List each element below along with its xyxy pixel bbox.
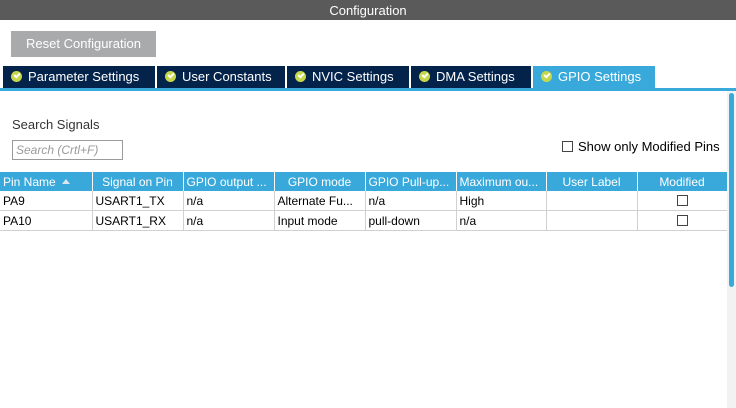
tab-label: NVIC Settings [312, 69, 394, 84]
cell-gpio-mode: Alternate Fu... [274, 191, 366, 211]
tab-parameter-settings[interactable]: Parameter Settings [3, 66, 155, 88]
search-signals-label: Search Signals [12, 117, 100, 132]
column-header-gpio-output[interactable]: GPIO output ... [183, 172, 275, 191]
tab-label: GPIO Settings [558, 69, 642, 84]
vertical-scrollbar[interactable] [727, 91, 736, 408]
cell-maximum-output: n/a [456, 210, 547, 231]
cell-pin-name: PA10 [0, 210, 93, 231]
tab-dma-settings[interactable]: DMA Settings [411, 66, 531, 88]
cell-modified [637, 191, 728, 211]
cell-gpio-output: n/a [183, 210, 275, 231]
cell-gpio-pull: pull-down [365, 210, 457, 231]
column-header-user-label[interactable]: User Label [546, 172, 638, 191]
column-header-maximum-output[interactable]: Maximum ou... [456, 172, 547, 191]
window-title: Configuration [0, 0, 736, 20]
checkbox-icon[interactable] [676, 214, 688, 226]
scrollbar-thumb[interactable] [729, 93, 734, 287]
column-header-gpio-mode[interactable]: GPIO mode [274, 172, 366, 191]
tab-label: User Constants [182, 69, 272, 84]
sort-ascending-icon [61, 178, 70, 184]
cell-maximum-output: High [456, 191, 547, 211]
tab-label: Parameter Settings [28, 69, 140, 84]
tab-label: DMA Settings [436, 69, 515, 84]
show-modified-pins-toggle[interactable]: Show only Modified Pins [562, 139, 720, 155]
cell-modified [637, 210, 728, 231]
cell-pin-name: PA9 [0, 191, 93, 211]
check-circle-icon [419, 71, 430, 82]
cell-gpio-mode: Input mode [274, 210, 366, 231]
cell-signal: USART1_RX [92, 210, 184, 231]
cell-signal: USART1_TX [92, 191, 184, 211]
table-row[interactable]: PA10 USART1_RX n/a Input mode pull-down … [0, 210, 728, 231]
checkbox-icon[interactable] [676, 194, 688, 206]
table-row[interactable]: PA9 USART1_TX n/a Alternate Fu... n/a Hi… [0, 191, 728, 211]
check-circle-icon [541, 71, 552, 82]
reset-configuration-button[interactable]: Reset Configuration [11, 31, 156, 57]
gpio-pin-table: Pin Name Signal on Pin GPIO output ... G… [0, 172, 728, 231]
settings-tabs: Parameter Settings User Constants NVIC S… [0, 66, 736, 88]
check-circle-icon [295, 71, 306, 82]
cell-gpio-pull: n/a [365, 191, 457, 211]
checkbox-icon[interactable] [562, 141, 573, 152]
check-circle-icon [165, 71, 176, 82]
tab-user-constants[interactable]: User Constants [157, 66, 285, 88]
show-modified-label: Show only Modified Pins [578, 139, 720, 154]
check-circle-icon [11, 71, 22, 82]
gpio-settings-panel: Search Signals Show only Modified Pins P… [0, 88, 736, 408]
column-header-signal-on-pin[interactable]: Signal on Pin [92, 172, 184, 191]
cell-user-label[interactable] [546, 210, 638, 231]
column-header-modified[interactable]: Modified [637, 172, 728, 191]
table-header-row: Pin Name Signal on Pin GPIO output ... G… [0, 172, 728, 191]
tab-gpio-settings[interactable]: GPIO Settings [533, 66, 655, 88]
search-input[interactable] [12, 140, 123, 160]
cell-gpio-output: n/a [183, 191, 275, 211]
tab-nvic-settings[interactable]: NVIC Settings [287, 66, 409, 88]
column-header-gpio-pull[interactable]: GPIO Pull-up... [365, 172, 457, 191]
column-header-pin-name[interactable]: Pin Name [0, 172, 93, 191]
cell-user-label[interactable] [546, 191, 638, 211]
